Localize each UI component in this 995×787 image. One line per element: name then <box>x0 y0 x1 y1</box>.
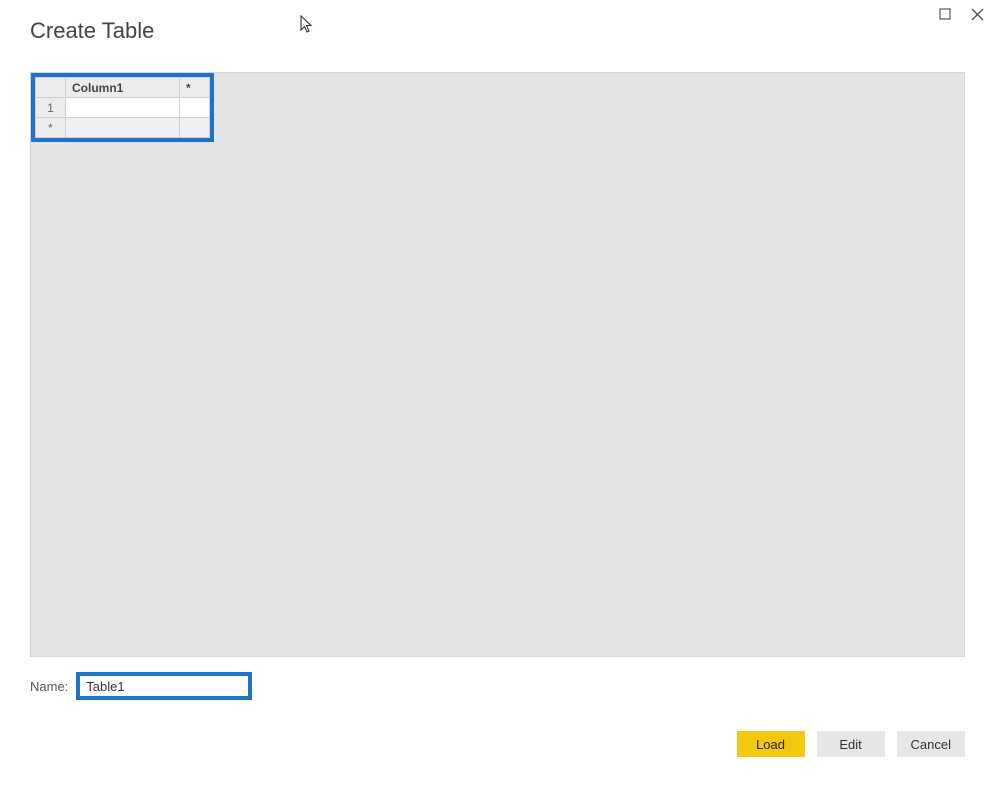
dialog-title: Create Table <box>30 18 154 44</box>
header-row: Column1 * <box>36 78 210 98</box>
dialog-buttons: Load Edit Cancel <box>737 731 965 757</box>
window-titlebar-buttons <box>933 0 995 24</box>
add-column-cell[interactable] <box>180 98 210 118</box>
table-canvas: Column1 * 1 * <box>30 72 965 657</box>
data-cell[interactable] <box>66 98 180 118</box>
data-grid[interactable]: Column1 * 1 * <box>31 73 214 142</box>
new-row-marker[interactable]: * <box>36 118 66 138</box>
table-name-input[interactable] <box>80 677 248 695</box>
name-label: Name: <box>30 679 68 694</box>
row-number[interactable]: 1 <box>36 98 66 118</box>
name-input-wrapper <box>76 672 252 700</box>
cursor-icon <box>300 15 318 35</box>
maximize-button[interactable] <box>933 4 957 24</box>
load-button[interactable]: Load <box>737 731 805 757</box>
close-button[interactable] <box>965 4 989 24</box>
edit-button[interactable]: Edit <box>817 731 885 757</box>
data-cell[interactable] <box>66 118 180 138</box>
cancel-button[interactable]: Cancel <box>897 731 965 757</box>
name-row: Name: <box>30 672 252 700</box>
column-header[interactable]: Column1 <box>66 78 180 98</box>
row-header-corner[interactable] <box>36 78 66 98</box>
table-row: 1 <box>36 98 210 118</box>
add-column-cell[interactable] <box>180 118 210 138</box>
table-row: * <box>36 118 210 138</box>
add-column-header[interactable]: * <box>180 78 210 98</box>
